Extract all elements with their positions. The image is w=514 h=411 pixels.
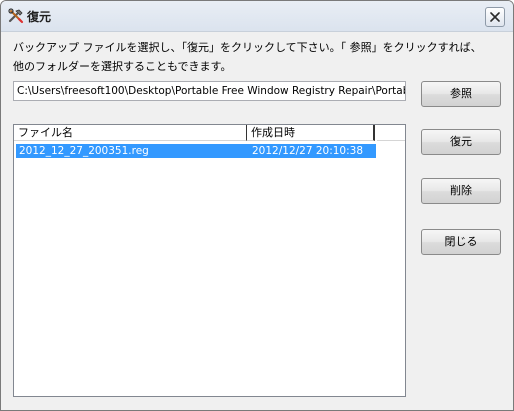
column-header-filler (377, 125, 405, 141)
column-header-filename[interactable]: ファイル名 (14, 125, 247, 141)
restore-button[interactable]: 復元 (421, 129, 501, 155)
restore-dialog: 復元 バックアップ ファイルを選択し、「復元」をクリックして下さい。「 参照」を… (0, 0, 514, 411)
folder-path-field[interactable]: C:\Users\freesoft100\Desktop\Portable Fr… (13, 81, 406, 101)
backup-file-list[interactable]: ファイル名 作成日時 2012_12_27_200351.reg 2012/12… (13, 124, 406, 397)
list-item-date: 2012/12/27 20:10:38 (252, 145, 364, 157)
title-bar: 復元 (1, 1, 513, 32)
window-title: 復元 (27, 10, 52, 24)
list-header: ファイル名 作成日時 (14, 125, 405, 142)
browse-button[interactable]: 参照 (421, 81, 501, 107)
close-x-icon (490, 12, 500, 22)
close-button[interactable]: 閉じる (421, 229, 501, 255)
instruction-text-line2: 他のフォルダーを選択することもできます。 (13, 60, 232, 73)
close-window-button[interactable] (485, 7, 505, 27)
column-header-created[interactable]: 作成日時 (247, 125, 375, 141)
list-item[interactable]: 2012_12_27_200351.reg 2012/12/27 20:10:3… (16, 144, 376, 158)
list-item-filename: 2012_12_27_200351.reg (19, 145, 149, 157)
restore-tools-icon (7, 7, 25, 25)
instruction-text-line1: バックアップ ファイルを選択し、「復元」をクリックして下さい。「 参照」をクリッ… (13, 41, 482, 54)
delete-button[interactable]: 削除 (421, 178, 501, 204)
